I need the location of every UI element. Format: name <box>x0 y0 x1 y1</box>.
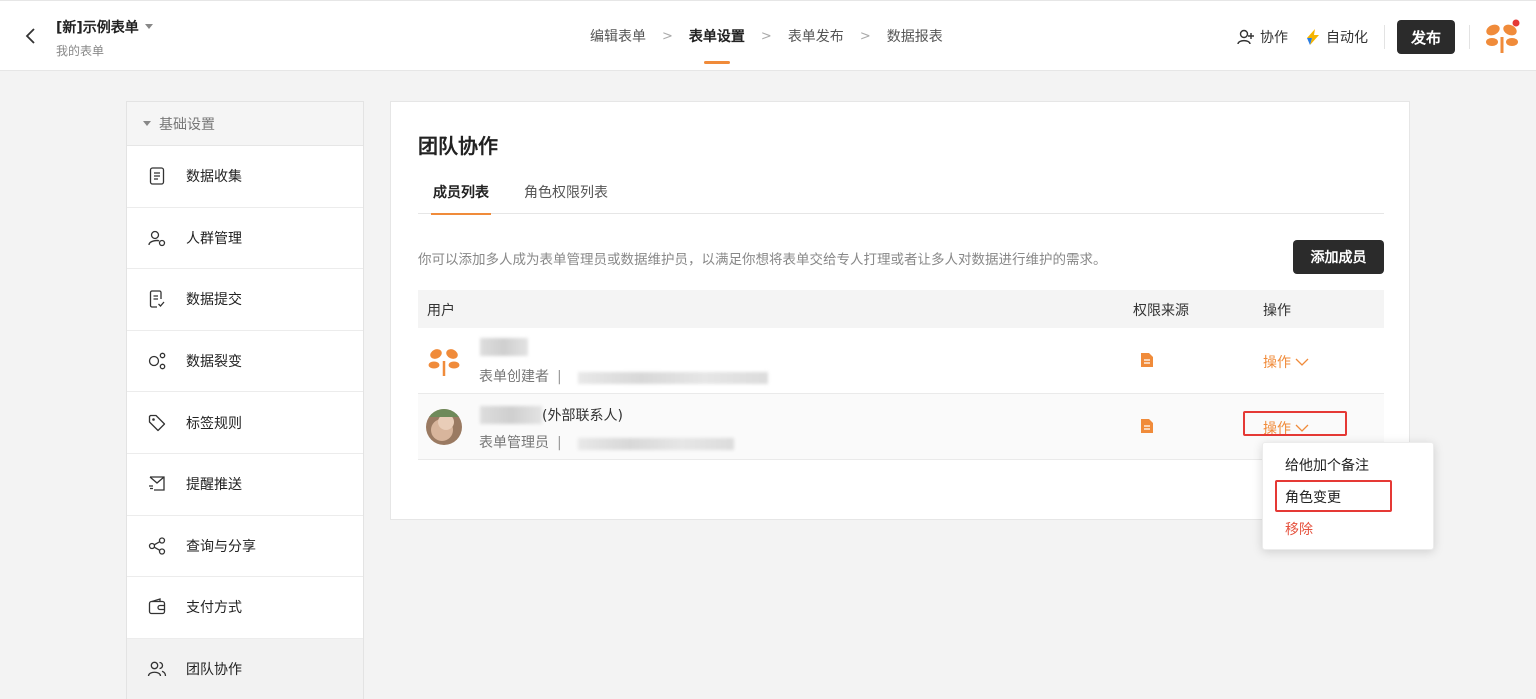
dropdown-caret-icon[interactable] <box>144 23 153 29</box>
collab-button[interactable]: 协作 <box>1236 27 1288 47</box>
menu-item-add-note[interactable]: 给他加个备注 <box>1285 455 1369 475</box>
redacted-username <box>480 406 542 424</box>
sidebar-item-data-collection[interactable]: 数据收集 <box>127 146 363 208</box>
tab-bar: 成员列表 角色权限列表 <box>418 172 1384 215</box>
divider <box>1469 25 1470 49</box>
sidebar-item-data-fission[interactable]: 数据裂变 <box>127 331 363 393</box>
add-user-icon <box>1237 29 1254 45</box>
redacted-contact <box>578 438 734 450</box>
push-icon <box>149 476 165 491</box>
avatar <box>426 409 462 445</box>
header-tools: 协作 自动化 发布 <box>1236 17 1536 57</box>
sidebar-item-tag-rules[interactable]: 标签规则 <box>127 392 363 454</box>
chevron-right-icon: > <box>760 28 772 44</box>
fission-icon <box>148 352 166 370</box>
step-form-publish[interactable]: 表单发布 <box>788 26 844 46</box>
settings-sidebar: 基础设置 数据收集 人群管理 数据提交 数据裂变 标签规则 提醒推送 查询与分享… <box>126 101 364 699</box>
member-role: 表单管理员 | <box>479 435 562 451</box>
team-collab-panel: 团队协作 成员列表 角色权限列表 你可以添加多人成为表单管理员或数据维护员，以满… <box>390 101 1410 520</box>
share-icon <box>148 537 166 555</box>
table-row: 表单创建者 | 操作 <box>418 328 1384 394</box>
submit-doc-icon <box>149 290 165 309</box>
member-table: 用户 权限来源 操作 表单创建者 | 操作 (外部联系人) 表单管理员 | 操作 <box>418 290 1384 460</box>
chevron-right-icon: > <box>859 28 871 44</box>
wallet-icon <box>148 598 166 615</box>
column-header-action: 操作 <box>1263 303 1291 319</box>
external-contact-label: (外部联系人) <box>542 408 623 424</box>
file-icon[interactable] <box>1140 418 1154 434</box>
step-data-report[interactable]: 数据报表 <box>887 26 943 46</box>
redacted-username <box>480 338 528 356</box>
top-bar: [新]示例表单 我的表单 编辑表单 > 表单设置 > 表单发布 > 数据报表 协… <box>0 0 1536 71</box>
sidebar-item-query-share[interactable]: 查询与分享 <box>127 516 363 578</box>
divider <box>1384 25 1385 49</box>
table-row: (外部联系人) 表单管理员 | 操作 <box>418 394 1384 460</box>
avatar <box>426 343 462 379</box>
people-settings-icon <box>148 230 166 247</box>
sidebar-item-team-collab[interactable]: 团队协作 <box>127 638 363 699</box>
column-header-user: 用户 <box>427 303 455 319</box>
chevron-right-icon: > <box>662 28 673 44</box>
step-form-settings[interactable]: 表单设置 <box>689 26 745 46</box>
redacted-contact <box>578 372 768 384</box>
publish-button[interactable]: 发布 <box>1397 20 1455 54</box>
sidebar-item-crowd-management[interactable]: 人群管理 <box>127 208 363 270</box>
chevron-down-icon <box>1295 358 1309 366</box>
add-member-button[interactable]: 添加成员 <box>1293 240 1384 274</box>
column-header-source: 权限来源 <box>1133 303 1189 319</box>
member-role: 表单创建者 | <box>479 369 562 385</box>
table-header: 用户 权限来源 操作 <box>418 290 1384 328</box>
lightning-icon <box>1307 29 1319 45</box>
file-icon[interactable] <box>1140 352 1154 368</box>
tab-role-permissions[interactable]: 角色权限列表 <box>524 182 608 202</box>
document-icon <box>149 167 165 185</box>
form-title[interactable]: [新]示例表单 <box>56 17 153 37</box>
menu-item-remove[interactable]: 移除 <box>1285 519 1313 539</box>
highlight-box <box>1275 480 1392 512</box>
collapse-triangle-icon <box>143 121 151 126</box>
user-avatar[interactable] <box>1482 17 1522 57</box>
tab-member-list[interactable]: 成员列表 <box>431 182 491 215</box>
sidebar-group-basic[interactable]: 基础设置 <box>127 102 363 146</box>
description-text: 你可以添加多人成为表单管理员或数据维护员，以满足你想将表单交给专人打理或者让多人… <box>418 252 1107 268</box>
back-arrow-icon[interactable] <box>20 25 42 47</box>
team-icon <box>147 661 167 677</box>
sidebar-item-payment[interactable]: 支付方式 <box>127 577 363 639</box>
automation-button[interactable]: 自动化 <box>1304 27 1368 47</box>
step-edit-form[interactable]: 编辑表单 <box>590 26 646 46</box>
form-breadcrumb[interactable]: 我的表单 <box>56 42 104 59</box>
tag-icon <box>148 414 166 431</box>
sidebar-item-reminder-push[interactable]: 提醒推送 <box>127 454 363 516</box>
row-action-dropdown[interactable]: 操作 <box>1263 352 1309 372</box>
step-nav: 编辑表单 > 表单设置 > 表单发布 > 数据报表 <box>590 26 943 46</box>
sidebar-item-data-submit[interactable]: 数据提交 <box>127 269 363 331</box>
highlight-box <box>1243 411 1347 436</box>
page-title: 团队协作 <box>418 134 498 158</box>
